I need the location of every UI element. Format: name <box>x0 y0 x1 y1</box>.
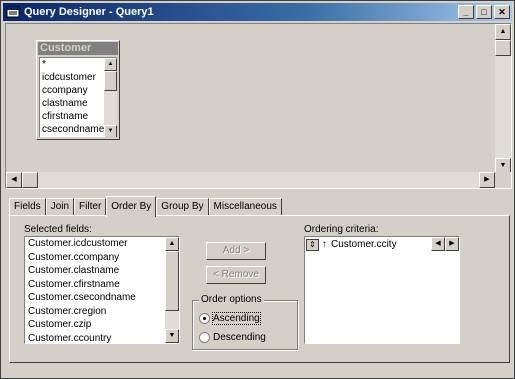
maximize-button[interactable]: □ <box>476 5 492 19</box>
title-bar[interactable]: Query Designer - Query1 _ □ ✕ <box>3 3 512 21</box>
diagram-horizontal-thumb[interactable] <box>22 172 38 188</box>
diagram-scroll-right-button[interactable]: ▶ <box>479 172 495 188</box>
scroll-right-icon: ▶ <box>449 240 455 247</box>
selected-field-item[interactable]: Customer.icdcustomer <box>25 237 179 251</box>
query-designer-app-icon <box>6 5 20 19</box>
tab-fields[interactable]: Fields <box>9 198 46 216</box>
scroll-up-icon: ▲ <box>499 28 507 35</box>
window-title: Query Designer - Query1 <box>24 6 154 18</box>
scroll-down-icon: ▼ <box>499 162 507 169</box>
ascending-radio[interactable]: Ascending <box>199 312 261 325</box>
criteria-scroll-left-button[interactable]: ◀ <box>431 237 445 251</box>
tab-bar: Fields Join Filter Order By Group By Miscella… <box>9 196 282 217</box>
table-field-scrollbar[interactable]: ▲ ▼ <box>104 58 117 137</box>
diagram-vertical-thumb[interactable] <box>495 40 511 56</box>
add-button[interactable]: Add > <box>206 242 266 260</box>
diagram-scroll-up-button[interactable]: ▲ <box>495 24 511 40</box>
scroll-left-icon: ◀ <box>11 176 17 183</box>
criteria-scroll-right-button[interactable]: ▶ <box>445 237 459 251</box>
tab-miscellaneous[interactable]: Miscellaneous <box>208 198 282 216</box>
scrollbar-corner <box>495 172 511 188</box>
descending-radio[interactable]: Descending <box>199 332 266 343</box>
fields-scroll-up-button[interactable]: ▲ <box>165 237 179 251</box>
selected-fields-list[interactable]: Customer.icdcustomer Customer.ccompany Cus… <box>24 236 180 344</box>
close-button[interactable]: ✕ <box>494 5 510 19</box>
table-scroll-down-button[interactable]: ▼ <box>104 125 117 137</box>
diagram-horizontal-scrollbar[interactable]: ◀ ▶ <box>6 172 495 188</box>
ordering-criteria-list[interactable]: ⇕ ↑ Customer.ccity ▶ ◀ <box>304 236 460 344</box>
selected-field-item[interactable]: Customer.ccompany <box>25 251 179 265</box>
diagram-vertical-scrollbar[interactable]: ▲ ▼ <box>495 24 511 174</box>
selected-field-item[interactable]: Customer.cregion <box>25 305 179 319</box>
order-options-group: Order options Ascending Descending <box>192 294 298 350</box>
tab-join[interactable]: Join <box>45 198 75 216</box>
fields-scroll-thumb[interactable] <box>165 251 179 311</box>
query-designer-window: Query Designer - Query1 _ □ ✕ Customer *… <box>0 0 515 379</box>
ordering-criteria-label: Ordering criteria: <box>304 224 379 235</box>
scroll-down-icon: ▼ <box>168 332 176 339</box>
maximize-icon: □ <box>481 7 487 17</box>
table-caption[interactable]: Customer <box>38 42 118 55</box>
minimize-icon: _ <box>463 7 469 17</box>
order-by-panel: Selected fields: Customer.icdcustomer Cus… <box>9 215 510 363</box>
customer-table-box[interactable]: Customer * icdcustomer ccompany clastname cf… <box>36 40 120 140</box>
selected-field-item[interactable]: Customer.cfirstname <box>25 278 179 292</box>
ascending-radio-circle[interactable] <box>199 313 210 324</box>
sort-ascending-icon[interactable]: ↑ <box>322 239 327 250</box>
selected-fields-scrollbar[interactable]: ▲ ▼ <box>165 237 179 343</box>
table-scroll-up-button[interactable]: ▲ <box>104 58 117 71</box>
close-icon: ✕ <box>498 7 506 17</box>
fields-scroll-down-button[interactable]: ▼ <box>165 329 179 343</box>
table-diagram-pane[interactable]: Customer * icdcustomer ccompany clastname cf… <box>5 23 512 189</box>
move-handle-icon[interactable]: ⇕ <box>306 238 319 251</box>
scroll-up-icon: ▲ <box>107 61 114 67</box>
order-options-label: Order options <box>199 294 264 305</box>
table-scroll-thumb[interactable] <box>104 71 117 91</box>
table-field-list[interactable]: * icdcustomer ccompany clastname cfirstname c… <box>39 57 117 137</box>
tab-filter[interactable]: Filter <box>74 198 107 216</box>
selected-fields-label: Selected fields: <box>24 224 92 235</box>
tab-group-by[interactable]: Group By <box>156 198 209 216</box>
selected-field-item[interactable]: Customer.czip <box>25 318 179 332</box>
scroll-down-icon: ▼ <box>107 128 114 134</box>
tab-order-by[interactable]: Order By <box>106 196 157 217</box>
selected-field-item[interactable]: Customer.clastname <box>25 264 179 278</box>
scroll-right-icon: ▶ <box>484 176 490 183</box>
ascending-label[interactable]: Ascending <box>212 312 261 325</box>
scroll-left-icon: ◀ <box>435 240 441 247</box>
minimize-button[interactable]: _ <box>458 5 474 19</box>
remove-button[interactable]: < Remove <box>206 266 266 284</box>
ordering-criteria-field: Customer.ccity <box>331 239 397 250</box>
selected-field-item[interactable]: Customer.csecondname <box>25 291 179 305</box>
selected-field-item[interactable]: Customer.ccountry <box>25 332 179 344</box>
scroll-up-icon: ▲ <box>168 240 176 247</box>
diagram-scroll-left-button[interactable]: ◀ <box>6 172 22 188</box>
descending-label[interactable]: Descending <box>213 332 266 343</box>
descending-radio-circle[interactable] <box>199 332 210 343</box>
